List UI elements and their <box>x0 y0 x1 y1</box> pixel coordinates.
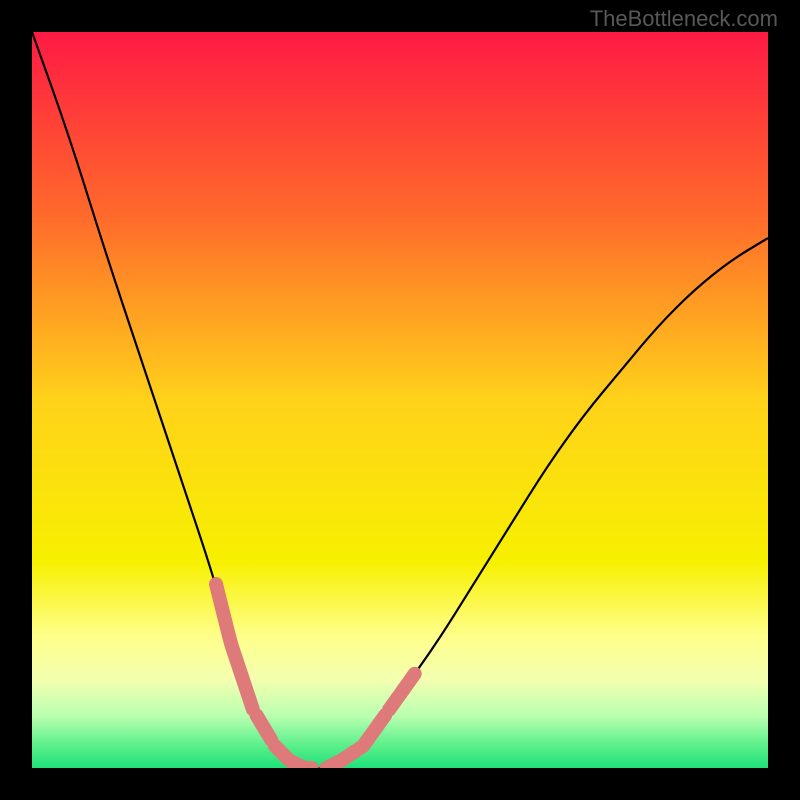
chart-frame: TheBottleneck.com <box>0 0 800 800</box>
gradient-background <box>32 32 768 768</box>
plot-area <box>32 32 768 768</box>
bottleneck-chart <box>32 32 768 768</box>
watermark-text: TheBottleneck.com <box>590 6 778 32</box>
